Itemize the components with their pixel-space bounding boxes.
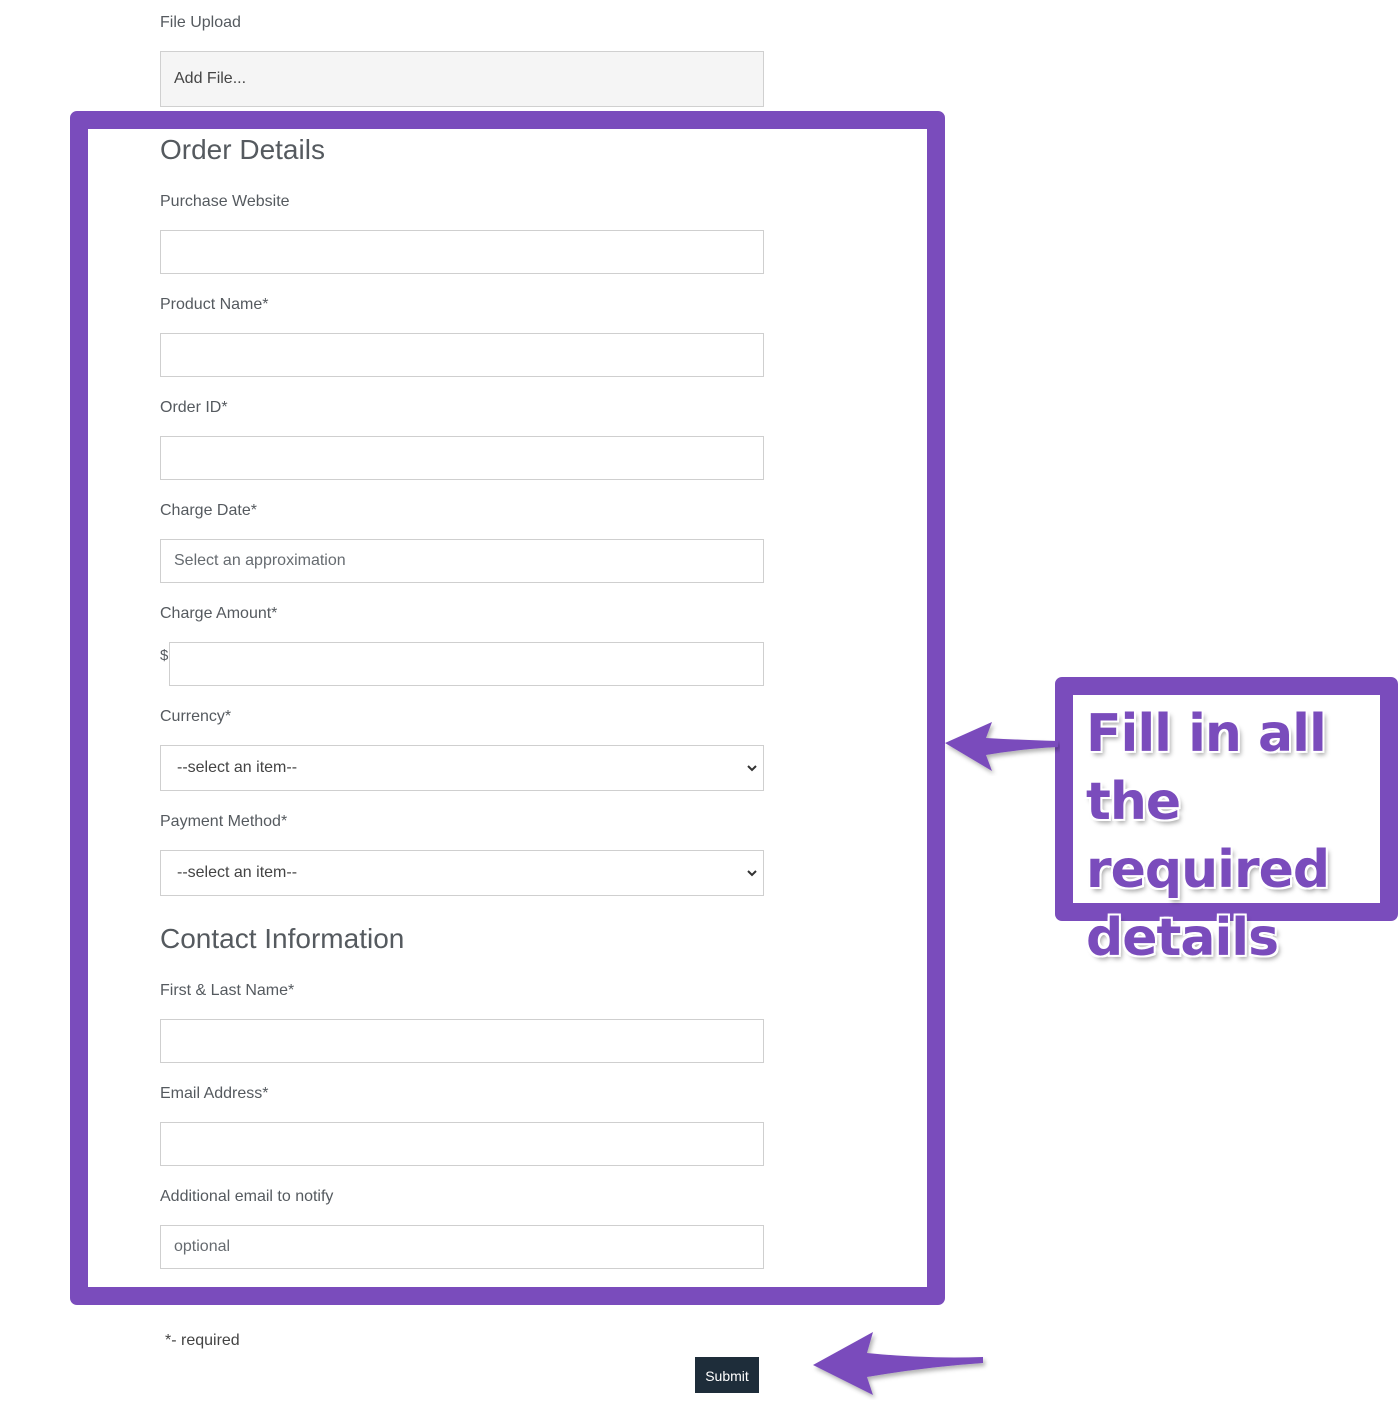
payment-method-select[interactable]: --select an item--: [160, 850, 764, 896]
currency-symbol: $: [160, 647, 169, 664]
add-file-button[interactable]: Add File...: [160, 51, 764, 107]
currency-select[interactable]: --select an item--: [160, 745, 764, 791]
charge-amount-label: Charge Amount*: [160, 605, 278, 622]
charge-date-placeholder: Select an approximation: [174, 552, 346, 569]
currency-selected-value: --select an item--: [177, 759, 298, 776]
file-upload-label: File Upload: [160, 14, 241, 31]
email-label: Email Address*: [160, 1085, 269, 1102]
chevron-down-icon: [747, 870, 757, 877]
charge-date-label: Charge Date*: [160, 502, 257, 519]
required-note: *- required: [165, 1332, 240, 1349]
chevron-down-icon: [747, 765, 757, 772]
purchase-website-input[interactable]: [160, 230, 764, 274]
payment-method-label: Payment Method*: [160, 813, 288, 830]
name-label: First & Last Name*: [160, 982, 295, 999]
product-name-label: Product Name*: [160, 296, 269, 313]
arrow-left-icon: [945, 722, 1058, 771]
payment-method-selected-value: --select an item--: [177, 864, 298, 881]
name-input[interactable]: [160, 1019, 764, 1063]
additional-email-placeholder: optional: [174, 1238, 231, 1255]
add-file-button-label: Add File...: [174, 70, 247, 87]
order-id-input[interactable]: [160, 436, 764, 480]
currency-label: Currency*: [160, 708, 232, 725]
additional-email-input[interactable]: optional: [160, 1225, 764, 1269]
additional-email-label: Additional email to notify: [160, 1188, 334, 1205]
submit-button[interactable]: Submit: [695, 1357, 759, 1393]
contact-information-heading: Contact Information: [160, 923, 405, 954]
order-id-label: Order ID*: [160, 399, 228, 416]
arrow-left-icon: [813, 1332, 983, 1395]
order-details-heading: Order Details: [160, 134, 325, 165]
charge-date-input[interactable]: Select an approximation: [160, 539, 764, 583]
email-input[interactable]: [160, 1122, 764, 1166]
charge-amount-input[interactable]: [169, 642, 764, 686]
purchase-website-label: Purchase Website: [160, 193, 290, 210]
callout-text: Fill in all the required details: [1086, 704, 1330, 968]
product-name-input[interactable]: [160, 333, 764, 377]
